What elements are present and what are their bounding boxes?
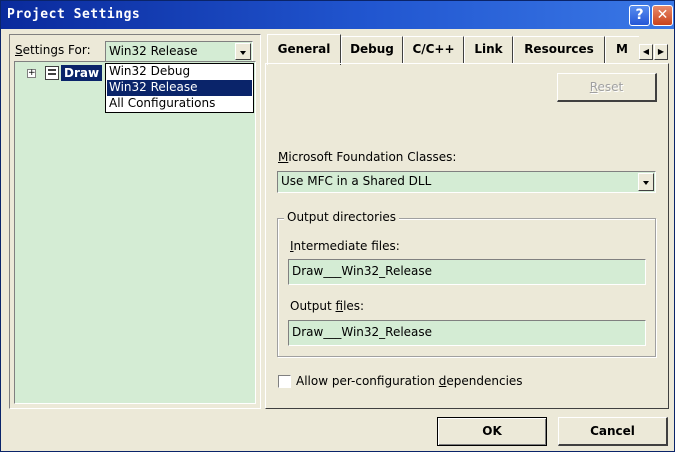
tab-general[interactable]: General <box>267 34 341 65</box>
cancel-button[interactable]: Cancel <box>558 417 668 446</box>
tab-scroll-right-icon[interactable]: ▶ <box>654 44 668 60</box>
intermediate-files-label: Intermediate files: <box>290 239 400 253</box>
ok-button[interactable]: OK <box>437 417 547 446</box>
dropdown-option-all-configurations[interactable]: All Configurations <box>107 96 252 112</box>
tab-debug[interactable]: Debug <box>341 36 403 63</box>
tab-link[interactable]: Link <box>464 36 513 63</box>
tab-scroll-left-icon[interactable]: ◀ <box>639 44 653 60</box>
help-icon[interactable]: ? <box>629 5 650 26</box>
allow-per-config-checkbox[interactable] <box>278 375 291 388</box>
reset-button: Reset <box>557 73 657 102</box>
mfc-value: Use MFC in a Shared DLL <box>281 174 432 188</box>
tab-c-cpp[interactable]: C/C++ <box>403 36 464 63</box>
close-icon[interactable]: ✕ <box>652 5 673 26</box>
allow-per-config-label[interactable]: Allow per-configuration dependencies <box>296 374 523 388</box>
tree-item-draw[interactable]: Draw <box>61 65 103 81</box>
project-settings-dialog: Project Settings ? ✕ Settings For: Win32… <box>0 0 675 452</box>
output-directories-label: Output directories <box>284 210 400 224</box>
chevron-down-icon[interactable] <box>638 173 654 191</box>
chevron-down-icon[interactable] <box>235 43 251 60</box>
expand-icon[interactable]: + <box>27 69 36 78</box>
project-icon <box>45 66 59 80</box>
settings-for-label: Settings For: <box>15 43 91 57</box>
configuration-dropdown-list[interactable]: Win32 Debug Win32 Release All Configurat… <box>105 63 254 113</box>
output-files-input[interactable]: Draw___Win32_Release <box>288 320 646 346</box>
dropdown-option-win32-release[interactable]: Win32 Release <box>107 80 252 96</box>
intermediate-files-input[interactable]: Draw___Win32_Release <box>288 259 646 285</box>
window-title: Project Settings <box>7 7 141 22</box>
mfc-label: Microsoft Foundation Classes: <box>278 150 457 164</box>
settings-for-combo[interactable]: Win32 Release <box>105 41 253 62</box>
tab-more[interactable]: M <box>605 36 639 63</box>
tab-resources[interactable]: Resources <box>513 36 605 63</box>
dropdown-option-win32-debug[interactable]: Win32 Debug <box>107 64 252 80</box>
output-files-label: Output files: <box>290 299 365 313</box>
mfc-combo[interactable]: Use MFC in a Shared DLL <box>277 171 656 193</box>
settings-for-value: Win32 Release <box>109 44 198 58</box>
title-bar[interactable]: Project Settings ? ✕ <box>1 1 674 29</box>
